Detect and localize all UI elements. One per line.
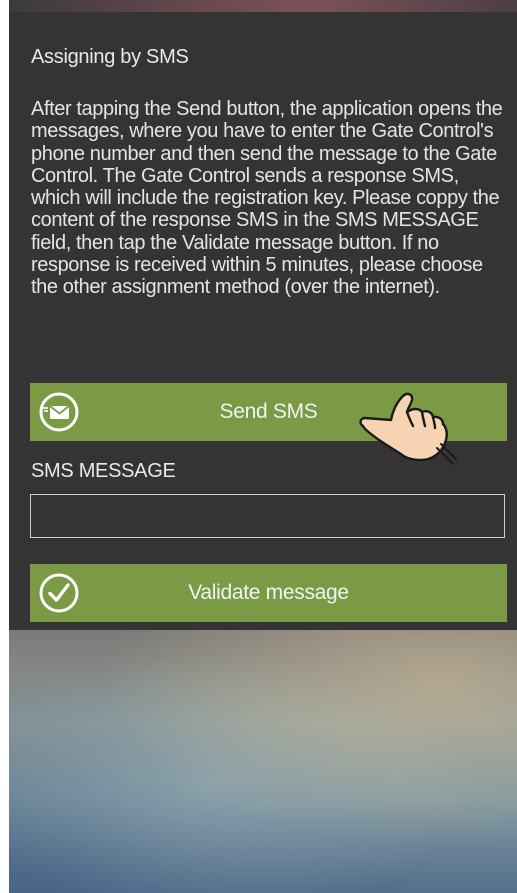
sms-message-input[interactable]: [30, 494, 505, 538]
checkmark-icon: [39, 573, 79, 613]
top-bar: [9, 0, 517, 12]
background-wallpaper: [9, 630, 517, 893]
dialog-description: After tapping the Send button, the appli…: [31, 98, 503, 299]
app-screen: Assigning by SMS After tapping the Send …: [9, 0, 517, 893]
send-sms-label: Send SMS: [219, 400, 318, 423]
dialog-title: Assigning by SMS: [31, 46, 189, 68]
sms-message-label: SMS MESSAGE: [31, 460, 176, 482]
validate-message-button[interactable]: Validate message: [30, 564, 507, 622]
envelope-icon: [39, 392, 79, 432]
tap-hand-icon: [359, 392, 457, 465]
sms-assign-panel: Assigning by SMS After tapping the Send …: [9, 12, 517, 630]
validate-message-label: Validate message: [188, 581, 349, 604]
